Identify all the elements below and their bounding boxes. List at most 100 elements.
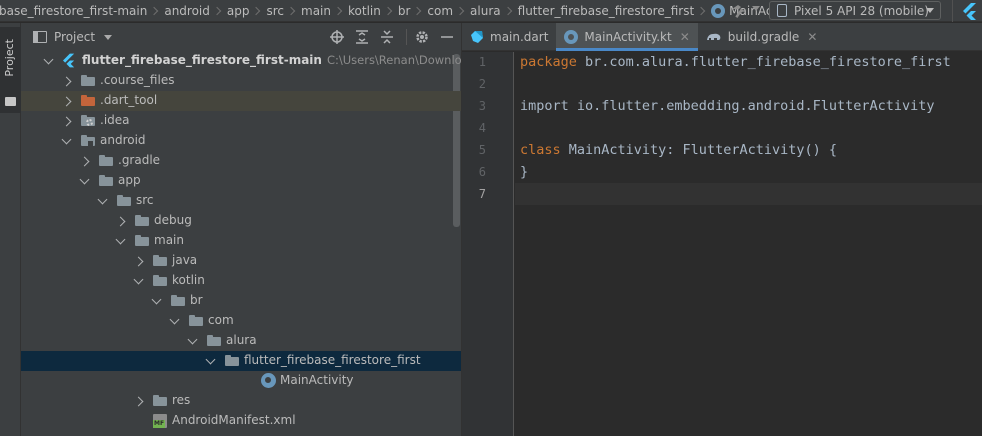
tree-item[interactable]: MainActivity bbox=[21, 371, 461, 391]
chevron-right-icon[interactable] bbox=[61, 76, 72, 87]
line-number: 2 bbox=[478, 77, 486, 91]
tree-item[interactable]: android bbox=[21, 131, 461, 151]
code-line[interactable] bbox=[515, 73, 982, 95]
folder-icon bbox=[117, 195, 131, 206]
line-number: 1 bbox=[478, 55, 486, 69]
build-dropdown-caret[interactable] bbox=[752, 6, 760, 11]
breadcrumb-item[interactable]: src bbox=[264, 0, 286, 21]
tree-item-name: .gradle bbox=[118, 153, 161, 167]
tree-item[interactable]: flutter_firebase_firestore_first bbox=[21, 351, 461, 371]
tree-item[interactable]: app bbox=[21, 171, 461, 191]
chevron-down-icon[interactable] bbox=[115, 234, 126, 245]
toolbar-divider bbox=[952, 0, 953, 22]
tree-item-label: br bbox=[190, 293, 203, 307]
tab-label: build.gradle bbox=[727, 30, 800, 44]
folder-excluded-icon bbox=[81, 95, 95, 106]
close-icon[interactable]: ✕ bbox=[807, 30, 817, 44]
expand-all-icon[interactable] bbox=[355, 30, 369, 44]
tree-item-label: kotlin bbox=[172, 273, 205, 287]
chevron-down-icon[interactable] bbox=[61, 134, 72, 145]
code-editor[interactable]: package br.com.alura.flutter_firebase_fi… bbox=[515, 52, 982, 436]
chevron-right-icon[interactable] bbox=[115, 216, 126, 227]
line-number-gutter: 1 2 3 4 5 6 7 bbox=[462, 52, 514, 436]
chevron-right-icon[interactable] bbox=[133, 396, 144, 407]
crosshair-icon[interactable] bbox=[330, 30, 344, 44]
chevron-down-icon[interactable] bbox=[169, 314, 180, 325]
tree-item[interactable]: debug bbox=[21, 211, 461, 231]
code-line[interactable]: package br.com.alura.flutter_firebase_fi… bbox=[515, 51, 982, 73]
chevron-down-icon[interactable] bbox=[151, 294, 162, 305]
tab-main-dart[interactable]: main.dart bbox=[462, 23, 556, 51]
project-view-selector[interactable]: Project bbox=[54, 30, 95, 44]
chevron-down-icon[interactable] bbox=[133, 274, 144, 285]
chevron-down-icon[interactable] bbox=[205, 354, 216, 365]
code-keyword: package bbox=[520, 54, 577, 70]
tree-item[interactable]: java bbox=[21, 251, 461, 271]
tree-item[interactable]: com bbox=[21, 311, 461, 331]
header-divider bbox=[406, 29, 407, 45]
tree-item[interactable]: kotlin bbox=[21, 271, 461, 291]
close-icon[interactable]: ✕ bbox=[680, 30, 690, 44]
gear-icon[interactable] bbox=[415, 30, 429, 44]
flutter-icon[interactable] bbox=[962, 2, 978, 20]
chevron-right-icon[interactable] bbox=[61, 116, 72, 127]
chevron-down-icon[interactable] bbox=[97, 194, 108, 205]
chevron-right-icon[interactable] bbox=[79, 156, 90, 167]
tree-item[interactable]: main bbox=[21, 231, 461, 251]
line-number: 4 bbox=[478, 121, 486, 135]
chevron-down-icon[interactable] bbox=[187, 334, 198, 345]
breadcrumb-item[interactable]: kotlin bbox=[346, 0, 383, 21]
tab-mainactivity-kt[interactable]: MainActivity.kt ✕ bbox=[556, 23, 699, 51]
chevron-right-icon[interactable] bbox=[133, 256, 144, 267]
collapse-all-icon[interactable] bbox=[380, 30, 394, 44]
device-selector[interactable]: Pixel 5 API 28 (mobile) bbox=[769, 1, 941, 20]
tree-item-label: main bbox=[154, 233, 184, 247]
tab-build-gradle[interactable]: build.gradle ✕ bbox=[698, 23, 826, 51]
chevron-right-icon[interactable] bbox=[61, 96, 72, 107]
breadcrumb-item[interactable]: flutter_firebase_firestore_first bbox=[516, 0, 697, 21]
tree-item[interactable]: src bbox=[21, 191, 461, 211]
tree-item[interactable]: br bbox=[21, 291, 461, 311]
tree-item[interactable]: .idea bbox=[21, 111, 461, 131]
folder-icon bbox=[153, 255, 167, 266]
line-number: 3 bbox=[478, 99, 486, 113]
chevron-down-icon[interactable] bbox=[79, 174, 90, 185]
breadcrumb-item[interactable]: base_firestore_first-main bbox=[0, 0, 149, 21]
breadcrumb-item[interactable]: br bbox=[396, 0, 413, 21]
code-keyword: class bbox=[520, 142, 561, 158]
tree-item-label: android bbox=[100, 133, 146, 147]
tree-item-label: alura bbox=[226, 333, 257, 347]
code-line[interactable] bbox=[515, 117, 982, 139]
line-number: 7 bbox=[478, 187, 486, 201]
breadcrumb-item[interactable]: app bbox=[225, 0, 252, 21]
folder-icon bbox=[153, 275, 167, 286]
breadcrumb-item[interactable]: android bbox=[162, 0, 212, 21]
code-line[interactable] bbox=[515, 183, 982, 205]
code-line[interactable]: } bbox=[515, 161, 982, 183]
tree-item[interactable]: alura bbox=[21, 331, 461, 351]
tree-item-name: .course_files bbox=[100, 73, 175, 87]
project-panel-header: Project bbox=[21, 23, 461, 51]
chevron-down-icon[interactable] bbox=[104, 34, 113, 40]
tree-item[interactable]: flutter_firebase_firestore_first-main C:\… bbox=[21, 51, 461, 71]
code-line[interactable]: import io.flutter.embedding.android.Flut… bbox=[515, 95, 982, 117]
breadcrumb-item[interactable]: alura bbox=[468, 0, 503, 21]
project-tool-window-button[interactable]: Project bbox=[0, 27, 21, 113]
chevron-right-icon bbox=[413, 6, 422, 15]
breadcrumb-label: main bbox=[301, 3, 331, 18]
tree-item[interactable]: .gradle bbox=[21, 151, 461, 171]
tree-item[interactable]: .course_files bbox=[21, 71, 461, 91]
breadcrumb-item[interactable]: main bbox=[299, 0, 333, 21]
breadcrumb-label: flutter_firebase_firestore_first bbox=[517, 3, 695, 18]
breadcrumb-item[interactable]: com bbox=[425, 0, 455, 21]
tree-item[interactable]: .dart_tool bbox=[21, 91, 461, 111]
folder-icon bbox=[153, 395, 167, 406]
tree-item[interactable]: res bbox=[21, 391, 461, 411]
chevron-down-icon[interactable] bbox=[43, 54, 54, 65]
code-line[interactable]: class MainActivity: FlutterActivity() { bbox=[515, 139, 982, 161]
editor-tab-bar: main.dart MainActivity.kt ✕ build.gradle ✕ bbox=[462, 23, 982, 51]
build-hammer-icon[interactable] bbox=[730, 3, 748, 19]
tree-item[interactable]: MF AndroidManifest.xml bbox=[21, 411, 461, 431]
tree-item-name: MainActivity bbox=[280, 373, 354, 387]
minimize-icon[interactable] bbox=[440, 30, 454, 44]
